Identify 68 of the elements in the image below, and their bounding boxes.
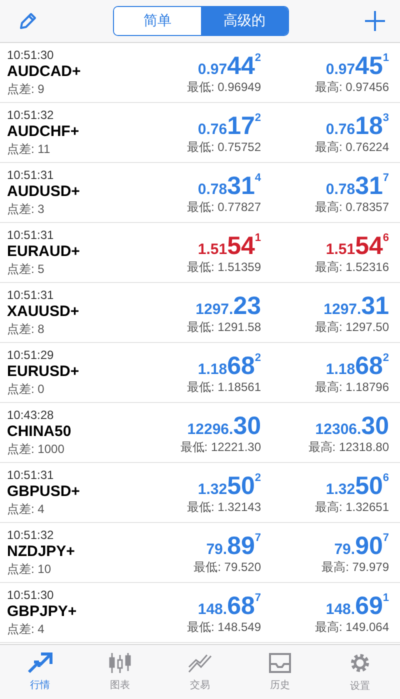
edit-button[interactable] <box>18 11 38 31</box>
quote-row[interactable]: 10:51:31 XAUUSD+ 点差: 8 1297.23 最低: 1291.58 1297.31 最高: 1297.50 <box>0 283 400 343</box>
symbol-name: EURAUD+ <box>7 242 81 260</box>
symbol-name: GBPJPY+ <box>7 602 78 620</box>
low-text: 最低: 0.75752 <box>186 138 261 156</box>
low-text: 最低: 1.32143 <box>186 498 261 516</box>
spread-text: 点差: 9 <box>7 80 46 98</box>
inbox-icon <box>267 652 293 674</box>
spread-text: 点差: 1000 <box>7 440 66 458</box>
segment-tab[interactable]: 简单 <box>114 7 201 35</box>
spread-text: 点差: 3 <box>7 200 46 218</box>
plus-icon <box>364 10 386 32</box>
quote-time: 10:51:30 <box>7 588 55 602</box>
low-text: 最低: 148.549 <box>186 618 261 636</box>
spread-text: 点差: 5 <box>7 260 46 278</box>
arrows-icon <box>27 652 53 674</box>
add-button[interactable] <box>364 10 386 32</box>
price: 1297.31 <box>324 294 389 318</box>
low-text: 最低: 12221.30 <box>180 438 261 456</box>
symbol-name: AUDCHF+ <box>7 122 80 140</box>
high-text: 最高: 0.78357 <box>314 198 389 216</box>
tab-bar-item[interactable]: 行情 <box>0 645 80 699</box>
quote-time: 10:51:29 <box>7 348 55 362</box>
spread-text: 点差: 4 <box>7 500 46 518</box>
spread-text: 点差: 0 <box>7 380 46 398</box>
pencil-icon <box>18 11 38 31</box>
low-text: 最低: 0.96949 <box>186 78 261 96</box>
price: 1297.23 <box>196 294 261 318</box>
high-text: 最高: 149.064 <box>314 618 389 636</box>
symbol-name: AUDUSD+ <box>7 182 81 200</box>
high-text: 最高: 1.52316 <box>314 258 389 276</box>
trend-icon <box>187 652 213 674</box>
high-text: 最高: 1.32651 <box>314 498 389 516</box>
segment-tab[interactable]: 高级的 <box>201 7 288 35</box>
quote-time: 10:51:31 <box>7 168 55 182</box>
high-text: 最高: 0.97456 <box>314 78 389 96</box>
quote-time: 10:51:32 <box>7 528 55 542</box>
high-text: 最高: 0.76224 <box>314 138 389 156</box>
symbol-name: AUDCAD+ <box>7 62 82 80</box>
quote-time: 10:51:31 <box>7 288 55 302</box>
spread-text: 点差: 10 <box>7 560 52 578</box>
spread-text: 点差: 4 <box>7 620 46 638</box>
low-text: 最低: 0.77827 <box>186 198 261 216</box>
symbol-name: CHINA50 <box>7 422 72 440</box>
high-text: 最高: 79.979 <box>322 558 389 576</box>
quote-time: 10:43:28 <box>7 408 55 422</box>
quote-time: 10:51:31 <box>7 468 55 482</box>
low-text: 最低: 1.51359 <box>186 258 261 276</box>
quote-time: 10:51:30 <box>7 48 55 62</box>
price: 12296.30 <box>187 414 261 438</box>
low-text: 最低: 79.520 <box>194 558 261 576</box>
quote-time: 10:51:32 <box>7 108 55 122</box>
settings-icon <box>348 651 372 675</box>
low-text: 最低: 1.18561 <box>186 378 261 396</box>
high-text: 最高: 1297.50 <box>314 318 389 336</box>
low-text: 最低: 1291.58 <box>186 318 261 336</box>
symbol-name: NZDJPY+ <box>7 542 76 560</box>
high-text: 最高: 12318.80 <box>308 438 389 456</box>
price: 12306.30 <box>315 414 389 438</box>
candlestick-icon <box>107 652 133 674</box>
spread-text: 点差: 11 <box>7 140 52 158</box>
high-text: 最高: 1.18796 <box>314 378 389 396</box>
spread-text: 点差: 8 <box>7 320 46 338</box>
quote-time: 10:51:31 <box>7 228 55 242</box>
symbol-name: EURUSD+ <box>7 362 80 380</box>
quote-row[interactable]: 10:43:28 CHINA50 点差: 1000 12296.30 最低: 12221.30 12306.30 最高: 12318.80 <box>0 403 400 463</box>
symbol-name: XAUUSD+ <box>7 302 80 320</box>
symbol-name: GBPUSD+ <box>7 482 81 500</box>
